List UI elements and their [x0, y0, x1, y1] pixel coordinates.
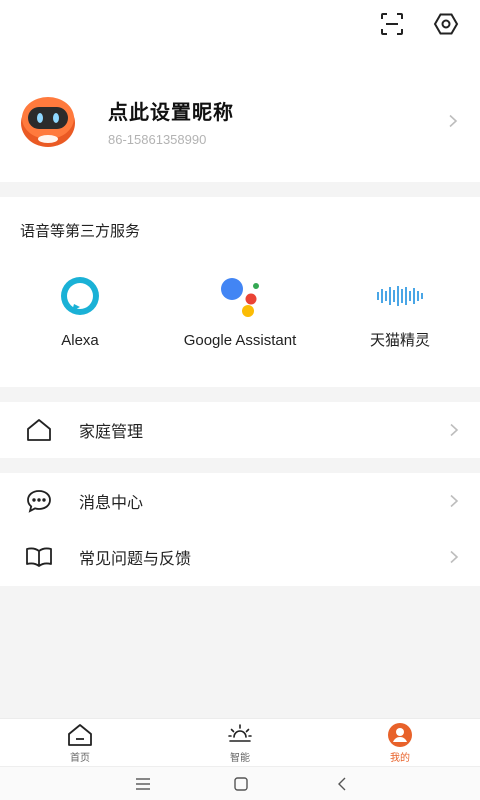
profile-text: 点此设置昵称 86-15861358990: [108, 96, 446, 147]
service-label: 天猫精灵: [369, 332, 430, 349]
menu-item-label: 消息中心: [79, 493, 144, 512]
support-card: 消息中心 常见问题与反馈: [0, 473, 480, 586]
home-icon: [67, 722, 93, 748]
section-title: 语音等第三方服务: [20, 222, 141, 240]
house-icon: [24, 415, 54, 445]
tab-label: 首页: [70, 753, 90, 764]
robot-avatar-icon[interactable]: [20, 93, 76, 149]
sun-icon: [227, 722, 253, 748]
service-google-assistant[interactable]: Google Assistant: [160, 272, 320, 350]
chevron-right-icon: [449, 114, 458, 128]
phone-number: 86-15861358990: [108, 131, 207, 147]
settings-icon[interactable]: [432, 10, 460, 38]
header-actions: [378, 10, 460, 38]
tmall-genie-icon: [376, 272, 424, 320]
nickname[interactable]: 点此设置昵称: [108, 96, 446, 125]
system-navigation-bar: [0, 766, 480, 800]
back-arrow-icon[interactable]: [334, 776, 350, 792]
tab-smart[interactable]: 智能: [200, 722, 280, 764]
profile-header: 点此设置昵称 86-15861358990: [0, 0, 480, 182]
chevron-right-icon: [450, 550, 459, 564]
home-management-card: 家庭管理: [0, 402, 480, 458]
alexa-icon: [56, 272, 104, 320]
third-party-services: 语音等第三方服务 Alexa Google Assistant 天猫精灵: [0, 197, 480, 387]
service-tmall-genie[interactable]: 天猫精灵: [320, 272, 480, 350]
chat-bubble-icon: [24, 486, 54, 516]
menu-lines-icon[interactable]: [135, 776, 151, 792]
tab-label: 我的: [390, 753, 410, 764]
tab-me[interactable]: 我的: [360, 722, 440, 764]
chevron-right-icon: [450, 494, 459, 508]
service-label: Alexa: [61, 332, 99, 349]
menu-item-label: 家庭管理: [79, 422, 144, 441]
bottom-tab-bar: 首页 智能 我的: [0, 718, 480, 766]
chevron-right-icon: [450, 423, 459, 437]
tab-home[interactable]: 首页: [40, 722, 120, 764]
service-alexa[interactable]: Alexa: [0, 272, 160, 350]
user-icon: [387, 722, 413, 748]
menu-item-messages[interactable]: 消息中心: [0, 473, 480, 529]
tab-label: 智能: [230, 753, 250, 764]
service-label: Google Assistant: [183, 332, 297, 349]
open-book-icon: [24, 542, 54, 572]
profile-row[interactable]: 点此设置昵称 86-15861358990: [20, 93, 460, 149]
google-assistant-icon: [216, 272, 264, 320]
menu-item-home-management[interactable]: 家庭管理: [0, 402, 480, 458]
menu-item-faq-feedback[interactable]: 常见问题与反馈: [0, 529, 480, 585]
home-square-icon[interactable]: [233, 776, 249, 792]
scan-icon[interactable]: [378, 10, 406, 38]
menu-item-label: 常见问题与反馈: [79, 549, 192, 568]
